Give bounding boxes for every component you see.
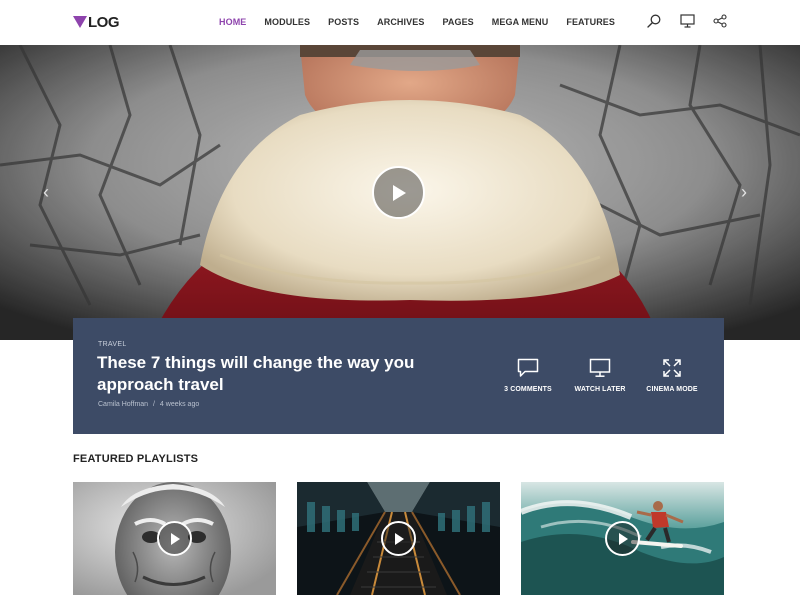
playlist-item[interactable] (73, 482, 276, 595)
watch-later-label: WATCH LATER (574, 386, 626, 393)
playlist-play-button[interactable] (381, 521, 416, 556)
site-logo[interactable]: LOG (73, 13, 120, 31)
share-icon[interactable] (712, 13, 728, 29)
header-icons (646, 13, 745, 29)
nav-item-features[interactable]: FEATURES (566, 16, 615, 28)
hero-video[interactable]: ‹ › (0, 45, 800, 340)
cinema-mode-button[interactable]: CINEMA MODE (637, 358, 707, 393)
playlist-play-button[interactable] (605, 521, 640, 556)
post-author[interactable]: Camila Hoffman (98, 401, 148, 408)
featured-playlists-title: FEATURED PLAYLISTS (73, 453, 199, 465)
featured-post-card: TRAVEL These 7 things will change the wa… (73, 318, 724, 434)
post-category[interactable]: TRAVEL (98, 341, 127, 348)
play-icon (392, 184, 406, 201)
post-title[interactable]: These 7 things will change the way you a… (97, 352, 477, 396)
nav-item-mega-menu[interactable]: MEGA MENU (492, 16, 549, 28)
playlist-item[interactable] (521, 482, 724, 595)
monitor-icon[interactable] (679, 13, 695, 29)
slider-next-arrow[interactable]: › (741, 182, 747, 203)
nav-item-archives[interactable]: ARCHIVES (377, 16, 424, 28)
logo-text: LOG (88, 13, 120, 31)
nav-item-modules[interactable]: MODULES (264, 16, 310, 28)
comments-button[interactable]: 3 COMMENTS (493, 358, 563, 393)
nav-item-pages[interactable]: PAGES (442, 16, 473, 28)
play-icon (394, 532, 404, 545)
nav-item-home[interactable]: HOME (219, 16, 246, 28)
cinema-mode-label: CINEMA MODE (646, 386, 698, 393)
comment-icon (517, 358, 539, 378)
monitor-icon (589, 358, 611, 378)
play-icon (170, 532, 180, 545)
post-time: 4 weeks ago (159, 401, 200, 408)
search-icon[interactable] (646, 13, 662, 29)
comments-label: 3 COMMENTS (504, 386, 552, 393)
hero-play-button[interactable] (372, 166, 425, 219)
site-header: LOG HOME MODULES POSTS ARCHIVES PAGES ME… (0, 0, 800, 45)
nav-item-posts[interactable]: POSTS (328, 16, 359, 28)
post-meta: Camila Hoffman / 4 weeks ago (98, 401, 199, 408)
logo-v-mark (73, 16, 87, 28)
playlist-play-button[interactable] (157, 521, 192, 556)
post-actions: 3 COMMENTS WATCH LATER CINEMA MODE (493, 358, 709, 393)
slider-prev-arrow[interactable]: ‹ (43, 182, 49, 203)
expand-icon (661, 358, 683, 378)
watch-later-button[interactable]: WATCH LATER (565, 358, 635, 393)
meta-separator: / (153, 401, 155, 408)
playlist-item[interactable] (297, 482, 500, 595)
play-icon (618, 532, 628, 545)
main-nav: HOME MODULES POSTS ARCHIVES PAGES MEGA M… (219, 16, 633, 28)
